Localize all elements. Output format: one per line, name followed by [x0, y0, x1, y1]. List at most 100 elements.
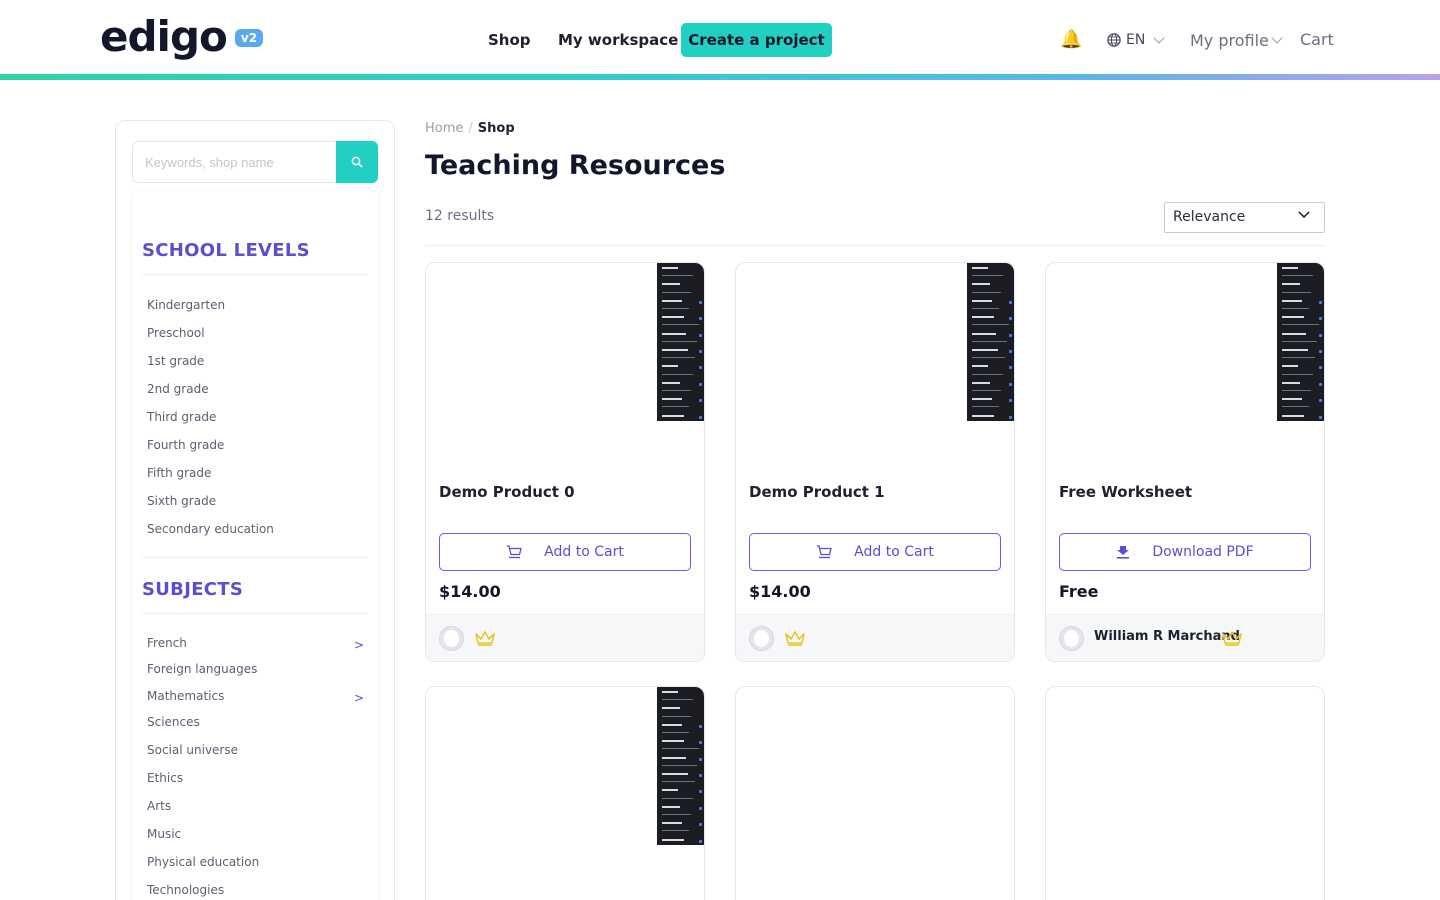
thumbnail-dot [1009, 366, 1012, 370]
product-title[interactable]: Demo Product 0 [439, 483, 575, 501]
chevron-down-icon [1271, 32, 1283, 44]
subject-item[interactable]: French [147, 635, 187, 651]
seller-name[interactable]: William R Marchand [1094, 629, 1240, 644]
subject-item[interactable]: Ethics [147, 770, 183, 786]
thumbnail-line [972, 406, 999, 408]
breadcrumb: Home / Shop [425, 121, 515, 136]
thumbnail-dot [699, 415, 702, 419]
thumbnail-dot [699, 774, 702, 777]
thumbnail-line [972, 324, 1009, 326]
thumbnail-dot [699, 790, 702, 794]
thumbnail-dot [699, 823, 702, 827]
breadcrumb-current: Shop [477, 121, 515, 136]
seller-footer [426, 614, 704, 661]
thumbnail-line [1282, 267, 1298, 269]
download-pdf-button[interactable]: Download PDF [1059, 533, 1311, 571]
subject-item[interactable]: Arts [147, 798, 171, 814]
thumbnail-dot [1319, 333, 1322, 337]
product-card[interactable]: Demo Product 0 Add to Cart $14.00 [425, 262, 705, 662]
thumbnail-line [662, 748, 699, 750]
product-thumbnail [657, 687, 704, 845]
school-level-item[interactable]: Secondary education [147, 521, 274, 537]
seller-footer: William R Marchand [1046, 614, 1324, 661]
product-price: Free [1059, 582, 1099, 601]
subject-item[interactable]: Music [147, 826, 181, 842]
product-card[interactable]: Demo Product 1 Add to Cart $14.00 [735, 262, 1015, 662]
language-label: EN [1126, 32, 1146, 48]
thumbnail-dot [1319, 350, 1322, 353]
subject-item[interactable]: Foreign languages [147, 661, 257, 677]
school-level-item[interactable]: Fourth grade [147, 437, 224, 453]
expand-arrow-icon[interactable]: > [354, 690, 364, 706]
thumbnail-line [972, 414, 994, 417]
product-price: $14.00 [749, 582, 811, 601]
thumbnail-line [662, 308, 689, 309]
product-card[interactable] [1045, 686, 1325, 900]
school-level-item[interactable]: Kindergarten [147, 297, 225, 313]
thumbnail-line [1282, 283, 1300, 286]
avatar[interactable] [1059, 626, 1084, 651]
cart-link[interactable]: Cart [1300, 29, 1334, 51]
thumbnail-line [1282, 316, 1304, 319]
product-card[interactable]: Free Worksheet Download PDF Free William R … [1045, 262, 1325, 662]
breadcrumb-separator: / [468, 121, 473, 136]
thumbnail-line [662, 324, 699, 326]
thumbnail-dot [1009, 317, 1012, 321]
thumbnail-line [662, 283, 680, 286]
add-to-cart-button[interactable]: Add to Cart [439, 533, 691, 571]
product-price: $14.00 [439, 582, 501, 601]
cart-icon [506, 545, 532, 559]
thumbnail-line [972, 283, 990, 286]
thumbnail-dot [1319, 317, 1322, 321]
sort-select[interactable]: Relevance [1164, 202, 1325, 233]
avatar[interactable] [749, 626, 774, 651]
thumbnail-line [662, 797, 693, 799]
product-title[interactable]: Free Worksheet [1059, 483, 1192, 501]
nav-my-workspace[interactable]: My workspace [558, 23, 678, 57]
subject-item[interactable]: Mathematics [147, 688, 224, 704]
product-card[interactable] [735, 686, 1015, 900]
page-title: Teaching Resources [425, 150, 726, 181]
thumbnail-line [1282, 308, 1309, 309]
breadcrumb-home[interactable]: Home [425, 121, 463, 136]
thumbnail-line [1282, 299, 1302, 302]
school-level-item[interactable]: Sixth grade [147, 493, 216, 509]
thumbnail-line [662, 414, 684, 417]
notification-bell-icon[interactable]: 🔔 [1060, 29, 1082, 51]
product-card[interactable] [425, 686, 705, 900]
product-title[interactable]: Demo Product 1 [749, 483, 885, 501]
nav-shop[interactable]: Shop [488, 23, 531, 57]
thumbnail-dot [1319, 366, 1322, 370]
thumbnail-dot [699, 741, 702, 745]
school-level-item[interactable]: Preschool [147, 325, 205, 341]
thumbnail-line [972, 316, 994, 319]
avatar[interactable] [439, 626, 464, 651]
filter-panel: SCHOOL LEVELS Kindergarten Preschool 1st g… [132, 191, 378, 900]
thumbnail-dot [1009, 350, 1012, 353]
logo-wordmark: edigo [100, 12, 228, 61]
school-level-item[interactable]: 2nd grade [147, 381, 209, 397]
search-button[interactable] [336, 141, 378, 183]
thumbnail-dot [699, 350, 702, 353]
my-profile-menu[interactable]: My profile [1190, 29, 1283, 51]
school-level-item[interactable]: Third grade [147, 409, 216, 425]
thumbnail-line [662, 332, 686, 335]
shop-search [132, 141, 378, 183]
subject-item[interactable]: Technologies [147, 882, 224, 898]
version-badge: v2 [234, 29, 264, 47]
subject-item[interactable]: Physical education [147, 854, 259, 870]
school-level-item[interactable]: 1st grade [147, 353, 204, 369]
expand-arrow-icon[interactable]: > [354, 637, 364, 653]
subject-item[interactable]: Social universe [147, 742, 238, 758]
search-input[interactable] [132, 141, 337, 183]
edigo-logo[interactable]: edigo v2 [100, 12, 264, 61]
thumbnail-dot [1009, 300, 1012, 304]
language-selector[interactable]: EN [1107, 30, 1165, 50]
subject-item[interactable]: Sciences [147, 714, 200, 730]
thumbnail-line [972, 275, 1003, 277]
thumbnail-dot [1319, 399, 1322, 403]
create-project-button[interactable]: Create a project [681, 23, 832, 57]
add-to-cart-button[interactable]: Add to Cart [749, 533, 1001, 571]
school-level-item[interactable]: Fifth grade [147, 465, 211, 481]
thumbnail-line [1282, 357, 1315, 359]
